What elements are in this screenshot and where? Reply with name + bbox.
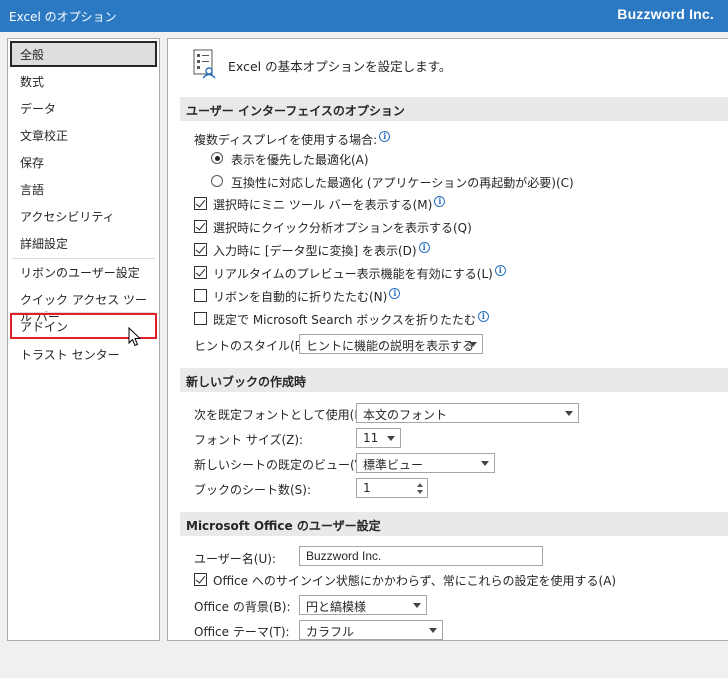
info-icon[interactable]: i [389, 288, 401, 299]
checkbox-collapse-search[interactable] [194, 312, 207, 325]
options-panel: Excel の基本オプションを設定します。 ユーザー インターフェイスのオプショ… [167, 38, 728, 641]
checkbox-collapse-ribbon[interactable] [194, 289, 207, 302]
multi-display-label: 複数ディスプレイを使用する場合: i [194, 131, 391, 148]
checkbox-live-preview-label[interactable]: リアルタイムのプレビュー表示機能を有効にする(L) i [213, 265, 506, 282]
office-background-label: Office の背景(B): [194, 600, 291, 614]
title-bar: Excel のオプション Buzzword Inc. [0, 0, 728, 32]
sidebar-item-language[interactable]: 言語 [10, 176, 157, 202]
window-title: Excel のオプション [9, 10, 117, 24]
chevron-down-icon [387, 436, 395, 441]
radio-optimize-appearance[interactable] [211, 152, 223, 164]
chevron-down-icon [413, 603, 421, 608]
default-font-dropdown[interactable]: 本文のフォント [356, 403, 579, 423]
screentip-style-label: ヒントのスタイル(R): [194, 339, 312, 353]
spin-down-icon[interactable] [417, 490, 423, 494]
checkbox-always-use-values-label[interactable]: Office へのサインイン状態にかかわらず、常にこれらの設定を使用する(A) [213, 572, 616, 589]
sidebar-item-proofing[interactable]: 文章校正 [10, 122, 157, 148]
office-background-dropdown[interactable]: 円と縞模様 [299, 595, 427, 615]
sidebar-item-save[interactable]: 保存 [10, 149, 157, 175]
checkbox-data-types-label[interactable]: 入力時に [データ型に変換] を表示(D) i [213, 242, 430, 259]
checkbox-collapse-ribbon-label[interactable]: リボンを自動的に折りたたむ(N) i [213, 288, 401, 305]
general-options-icon [193, 49, 216, 79]
info-icon[interactable]: i [434, 196, 446, 207]
spin-up-icon[interactable] [417, 483, 423, 487]
checkbox-live-preview[interactable] [194, 266, 207, 279]
office-theme-label: Office テーマ(T): [194, 625, 290, 639]
checkbox-mini-toolbar-label[interactable]: 選択時にミニ ツール バーを表示する(M) i [213, 196, 446, 213]
checkbox-collapse-search-label[interactable]: 既定で Microsoft Search ボックスを折りたたむ i [213, 311, 489, 328]
account-name[interactable]: Buzzword Inc. [617, 6, 714, 22]
office-theme-dropdown[interactable]: カラフル [299, 620, 443, 640]
info-icon[interactable]: i [477, 311, 489, 322]
chevron-down-icon [469, 342, 477, 347]
chevron-down-icon [481, 461, 489, 466]
sidebar-item-general[interactable]: 全般 [10, 41, 157, 67]
radio-optimize-compatibility-label[interactable]: 互換性に対応した最適化 (アプリケーションの再起動が必要)(C) [231, 174, 574, 191]
radio-optimize-compatibility[interactable] [211, 175, 223, 187]
section-new-workbook: 新しいブックの作成時 [180, 368, 728, 392]
font-size-label: フォント サイズ(Z): [194, 433, 304, 447]
sidebar-item-quick-access-toolbar[interactable]: クイック アクセス ツール バー [10, 286, 157, 324]
sheet-count-stepper[interactable]: 1 [356, 478, 428, 498]
checkbox-data-types[interactable] [194, 243, 207, 256]
user-name-input[interactable]: Buzzword Inc. [299, 546, 543, 566]
info-icon[interactable]: i [418, 242, 430, 253]
section-personalize: Microsoft Office のユーザー設定 [180, 512, 728, 536]
section-ui-options: ユーザー インターフェイスのオプション [180, 97, 728, 121]
mouse-pointer-icon [128, 327, 142, 347]
info-icon[interactable]: i [494, 265, 506, 276]
sidebar-item-accessibility[interactable]: アクセシビリティ [10, 203, 157, 229]
user-name-label: ユーザー名(U): [194, 552, 276, 566]
sidebar-item-customize-ribbon[interactable]: リボンのユーザー設定 [10, 259, 157, 285]
default-view-dropdown[interactable]: 標準ビュー [356, 453, 495, 473]
checkbox-always-use-values[interactable] [194, 573, 207, 586]
screentip-style-dropdown[interactable]: ヒントに機能の説明を表示する [299, 334, 483, 354]
chevron-down-icon [429, 628, 437, 633]
default-view-label: 新しいシートの既定のビュー(V): [194, 458, 372, 472]
checkbox-quick-analysis[interactable] [194, 220, 207, 233]
page-header: Excel の基本オプションを設定します。 [228, 59, 452, 74]
sidebar-item-data[interactable]: データ [10, 95, 157, 121]
sidebar-item-formulas[interactable]: 数式 [10, 68, 157, 94]
sidebar-item-advanced[interactable]: 詳細設定 [10, 230, 157, 256]
info-icon[interactable]: i [379, 131, 391, 142]
sheet-count-label: ブックのシート数(S): [194, 483, 312, 497]
checkbox-mini-toolbar[interactable] [194, 197, 207, 210]
checkbox-quick-analysis-label[interactable]: 選択時にクイック分析オプションを表示する(Q) [213, 219, 472, 236]
font-size-dropdown[interactable]: 11 [356, 428, 401, 448]
default-font-label: 次を既定フォントとして使用(N): [194, 408, 373, 422]
radio-optimize-appearance-label[interactable]: 表示を優先した最適化(A) [231, 151, 369, 168]
chevron-down-icon [565, 411, 573, 416]
